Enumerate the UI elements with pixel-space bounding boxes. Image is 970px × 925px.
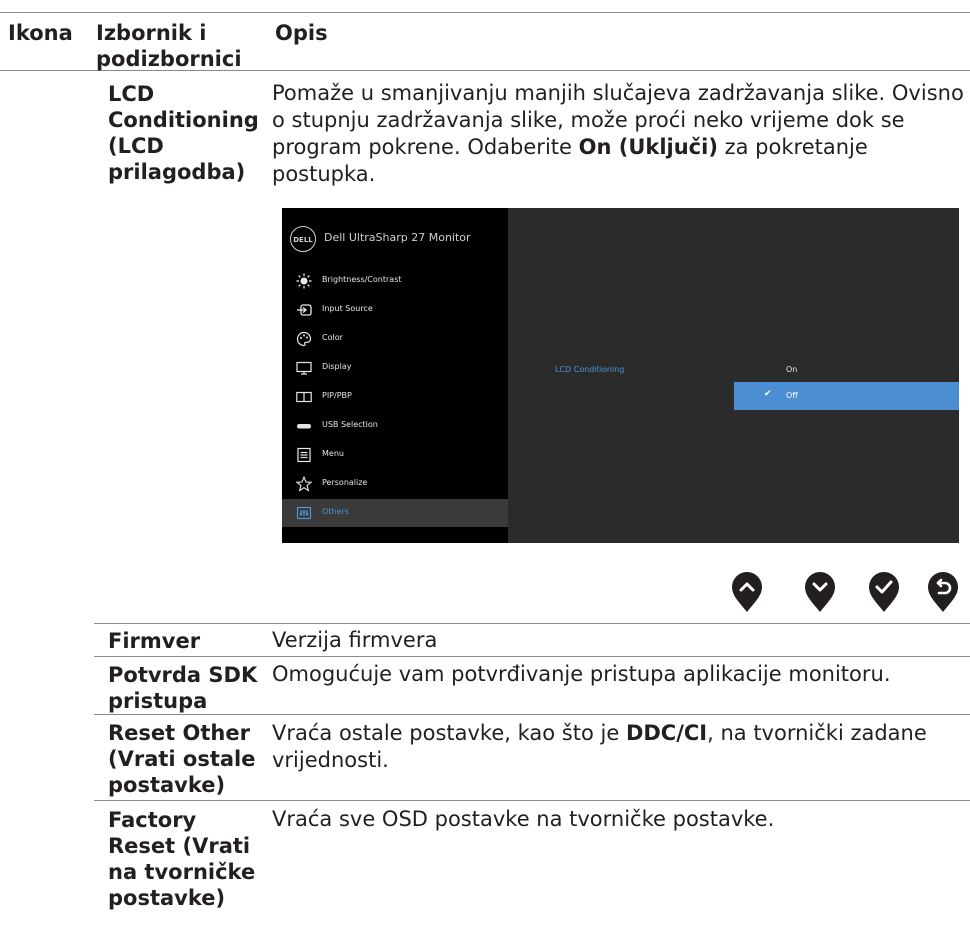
col-header-desc: Opis: [275, 21, 328, 45]
pip-pbp-icon: [296, 391, 312, 403]
input-source-icon: [297, 304, 312, 316]
desc-factory-reset: Vraća sve OSD postavke na tvorničke post…: [272, 807, 775, 831]
desc-sdk-access: Omogućuje vam potvrđivanje pristupa apli…: [272, 662, 891, 686]
menu-lcd-conditioning: LCD Conditioning (LCD prilagodba): [108, 82, 259, 184]
osd-main-menu: DELL Dell UltraSharp 27 Monitor Brightne…: [282, 208, 508, 543]
desc-firmware: Verzija firmvera: [272, 628, 438, 652]
osd-item-personalize[interactable]: Personalize: [282, 470, 508, 498]
row-rule: [94, 800, 970, 801]
osd-item-brightness[interactable]: Brightness/Contrast: [282, 267, 508, 295]
col-header-icon: Ikona: [8, 21, 73, 45]
menu-factory-reset: Factory Reset (Vrati na tvorničke postav…: [108, 808, 256, 910]
col-header-menu: Izbornik i podizbornici: [96, 21, 242, 71]
table-top-rule: [0, 12, 970, 13]
menu-sdk-access: Potvrda SDK pristupa: [108, 663, 258, 713]
others-icon: [296, 506, 312, 520]
row-rule: [94, 714, 970, 715]
check-icon: ✔: [764, 389, 772, 399]
menu-icon: [297, 447, 311, 463]
osd-title: Dell UltraSharp 27 Monitor: [324, 231, 471, 244]
osd-item-input-source[interactable]: Input Source: [282, 296, 508, 324]
osd-option-on[interactable]: On: [786, 365, 797, 374]
osd-item-menu[interactable]: Menu: [282, 441, 508, 469]
osd-item-display[interactable]: Display: [282, 354, 508, 382]
menu-firmware: Firmver: [108, 629, 201, 653]
back-icon[interactable]: [926, 571, 960, 613]
menu-reset-other: Reset Other (Vrati ostale postavke): [108, 721, 256, 797]
osd-item-pip-pbp[interactable]: PIP/PBP: [282, 383, 508, 411]
row-rule: [94, 656, 970, 657]
star-icon: [296, 476, 312, 492]
down-arrow-icon[interactable]: [803, 571, 837, 613]
check-icon[interactable]: [867, 571, 901, 613]
osd-item-others[interactable]: Others: [282, 499, 508, 527]
desc-lcd-conditioning: Pomaže u smanjivanju manjih slučajeva za…: [272, 81, 964, 186]
desc-reset-other: Vraća ostale postavke, kao što je DDC/CI…: [272, 721, 927, 772]
display-icon: [296, 361, 312, 375]
brightness-icon: [296, 273, 312, 289]
osd-item-usb-selection[interactable]: USB Selection: [282, 412, 508, 440]
up-arrow-icon[interactable]: [730, 571, 764, 613]
color-palette-icon: [296, 331, 312, 347]
osd-item-color[interactable]: Color: [282, 325, 508, 353]
dell-logo: DELL: [290, 226, 316, 252]
row-rule: [94, 623, 970, 624]
osd-screenshot: DELL Dell UltraSharp 27 Monitor Brightne…: [282, 208, 959, 543]
usb-icon: [297, 424, 311, 429]
osd-option-off[interactable]: ✔ Off: [734, 382, 959, 410]
osd-lcd-conditioning-label: LCD Conditioning: [555, 365, 625, 374]
